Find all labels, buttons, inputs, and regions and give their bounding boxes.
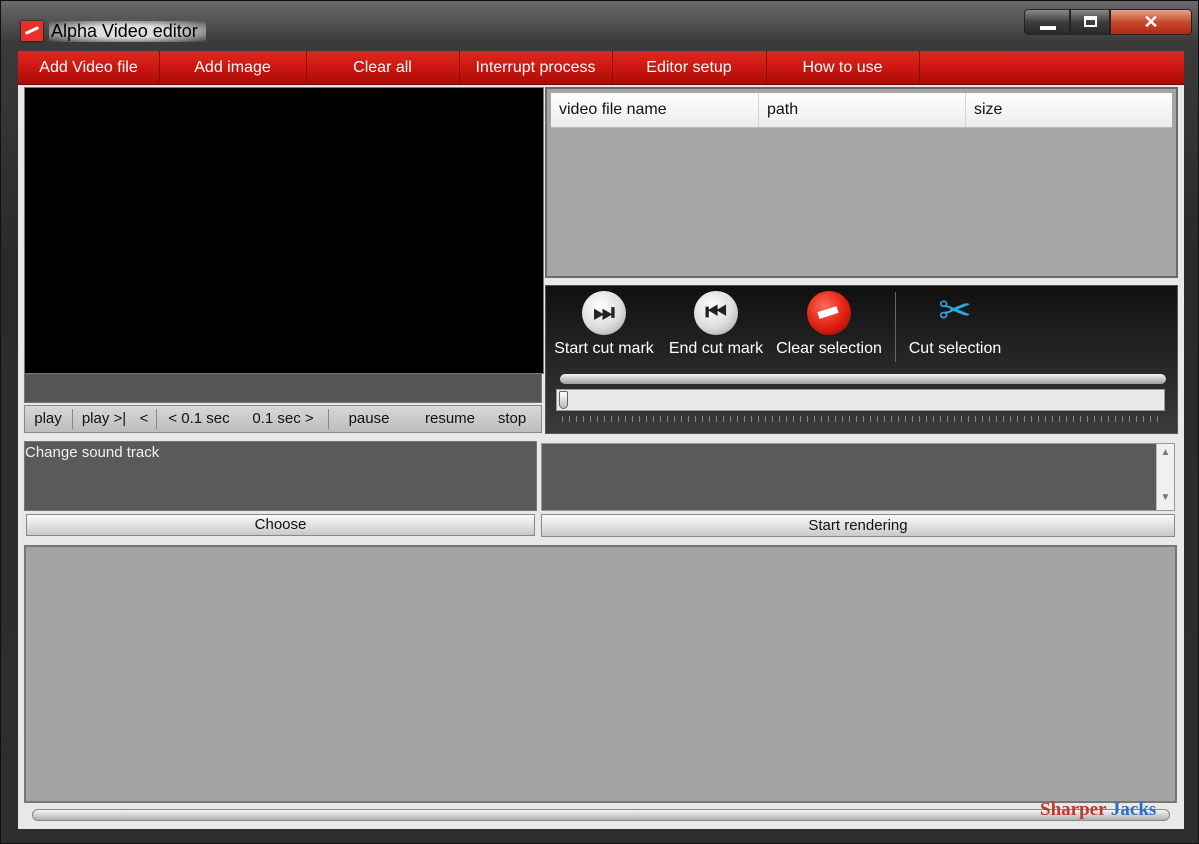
sound-track-label: Change sound track <box>25 444 160 461</box>
timeline-panel[interactable] <box>24 545 1177 803</box>
client-area: Add Video file Add image Clear all Inter… <box>18 51 1184 829</box>
column-header-size[interactable]: size <box>966 93 1172 127</box>
start-cut-mark-button[interactable]: ⏭ Start cut mark <box>552 290 656 362</box>
watermark-part2: Jacks <box>1110 799 1157 820</box>
sound-track-panel: Change sound track <box>24 441 537 511</box>
back-0-1-sec-button[interactable]: < 0.1 sec <box>159 406 239 432</box>
slider-thumb[interactable] <box>559 391 568 409</box>
video-file-table[interactable]: video file name path size <box>545 87 1178 278</box>
start-mark-icon: ⏭ <box>581 290 627 336</box>
column-header-path[interactable]: path <box>759 93 966 127</box>
play-button[interactable]: play <box>25 406 71 432</box>
step-back-button[interactable]: < <box>133 406 155 432</box>
maximize-icon <box>1084 16 1097 27</box>
clear-selection-button[interactable]: Clear selection <box>774 290 884 362</box>
table-header: video file name path size <box>551 93 1172 128</box>
cut-selection-label: Cut selection <box>908 340 1002 357</box>
log-output[interactable]: ▲ ▼ <box>541 443 1175 511</box>
slider-ticks <box>562 416 1164 422</box>
menu-clear-all[interactable]: Clear all <box>306 51 460 84</box>
window-controls: ✕ <box>1024 9 1192 37</box>
close-icon: ✕ <box>1143 12 1159 32</box>
toolbar-separator <box>895 292 896 362</box>
separator <box>72 409 73 429</box>
maximize-button[interactable] <box>1070 9 1110 35</box>
video-preview[interactable] <box>24 87 544 374</box>
playback-controls: play play >| < < 0.1 sec 0.1 sec > pause… <box>24 405 542 433</box>
clear-icon <box>806 290 852 336</box>
menu-add-image[interactable]: Add image <box>159 51 307 84</box>
menu-editor-setup[interactable]: Editor setup <box>612 51 767 84</box>
cut-selection-button[interactable]: ✂ Cut selection <box>904 289 1006 362</box>
menu-add-video-file[interactable]: Add Video file <box>18 51 160 84</box>
end-mark-icon: ⏮ <box>693 290 739 336</box>
timeline-slider[interactable] <box>556 389 1165 411</box>
cut-toolbar: ⏭ Start cut mark ⏮ End cut mark Clear se… <box>545 285 1178 434</box>
window-title: Alpha Video editor <box>49 21 206 42</box>
watermark: Sharper Jacks <box>1040 799 1156 821</box>
clear-selection-label: Clear selection <box>776 340 882 357</box>
app-window: Alpha Video editor ✕ Add Video file Add … <box>0 0 1199 844</box>
app-logo-icon <box>21 21 43 41</box>
pause-button[interactable]: pause <box>337 406 401 432</box>
separator <box>156 409 157 429</box>
horizontal-scrollbar[interactable] <box>32 809 1170 821</box>
scroll-down-icon[interactable]: ▼ <box>1157 492 1174 503</box>
menu-bar: Add Video file Add image Clear all Inter… <box>18 51 1184 85</box>
end-cut-mark-button[interactable]: ⏮ End cut mark <box>666 290 766 362</box>
end-cut-mark-label: End cut mark <box>668 340 764 357</box>
stop-button[interactable]: stop <box>487 406 537 432</box>
close-button[interactable]: ✕ <box>1110 9 1192 35</box>
resume-button[interactable]: resume <box>415 406 485 432</box>
menu-how-to-use[interactable]: How to use <box>766 51 920 84</box>
column-header-video-file-name[interactable]: video file name <box>551 93 759 127</box>
log-scrollbar[interactable]: ▲ ▼ <box>1156 444 1174 510</box>
play-to-mark-button[interactable]: play >| <box>74 406 134 432</box>
separator <box>328 409 329 429</box>
minimize-icon <box>1040 26 1056 30</box>
start-cut-mark-label: Start cut mark <box>554 340 654 357</box>
menu-interrupt-process[interactable]: Interrupt process <box>459 51 613 84</box>
video-status-bar <box>24 373 542 403</box>
choose-button[interactable]: Choose <box>26 514 535 536</box>
progress-bar <box>560 374 1166 384</box>
title-bar[interactable]: Alpha Video editor ✕ <box>9 9 1192 49</box>
scissors-icon: ✂ <box>938 289 972 333</box>
scroll-up-icon[interactable]: ▲ <box>1157 447 1174 458</box>
minimize-button[interactable] <box>1024 9 1070 35</box>
watermark-part1: Sharper <box>1040 799 1107 820</box>
start-rendering-button[interactable]: Start rendering <box>541 514 1175 537</box>
forward-0-1-sec-button[interactable]: 0.1 sec > <box>243 406 323 432</box>
